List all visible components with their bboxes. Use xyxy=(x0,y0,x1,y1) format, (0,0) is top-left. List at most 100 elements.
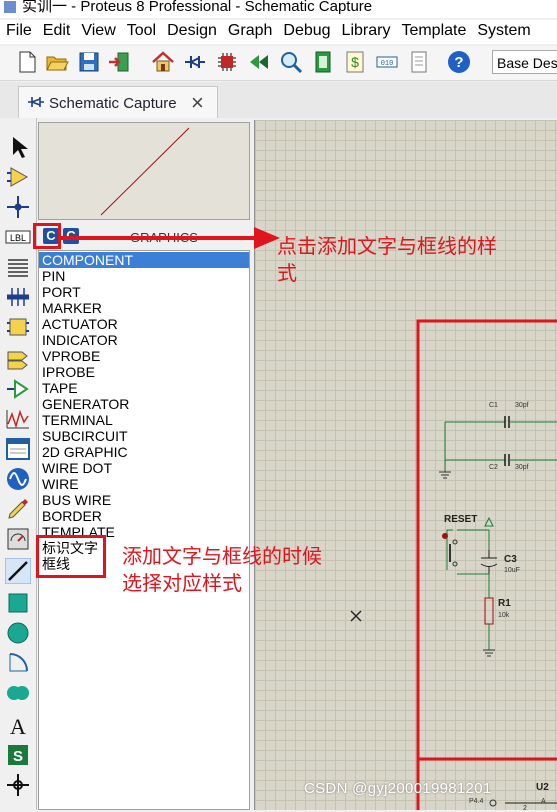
list-item[interactable]: WIRE DOT xyxy=(39,460,249,476)
menu-tool[interactable]: Tool xyxy=(121,20,161,40)
import-icon[interactable] xyxy=(106,49,132,75)
reset-label: RESET xyxy=(444,514,478,525)
menu-file[interactable]: File xyxy=(0,20,37,40)
pin-number: 2 xyxy=(523,805,527,812)
list-item[interactable]: MARKER xyxy=(39,300,249,316)
c3-label: C3 xyxy=(504,554,517,565)
box-mode-icon[interactable] xyxy=(5,590,31,616)
menu-view[interactable]: View xyxy=(75,20,120,40)
path-mode-icon[interactable] xyxy=(5,680,31,706)
c2-value: 30pf xyxy=(515,464,529,471)
bus-mode-icon[interactable] xyxy=(5,284,31,310)
probe-mode-icon[interactable] xyxy=(5,496,31,522)
schematic-icon xyxy=(28,97,44,107)
c3-value: 10uF xyxy=(504,567,520,574)
app-icon xyxy=(4,1,16,14)
home-icon[interactable] xyxy=(150,49,176,75)
c1-value: 30pf xyxy=(515,402,529,409)
u2-label: U2 xyxy=(536,782,549,793)
svg-text:S: S xyxy=(13,748,23,765)
menu-graph[interactable]: Graph xyxy=(222,20,277,40)
list-item[interactable]: PIN xyxy=(39,268,249,284)
annotation-select-style: 添加文字与框线的时候 选择对应样式 xyxy=(122,544,322,598)
highlight-style-button xyxy=(33,223,61,249)
svg-text:A: A xyxy=(10,714,26,738)
list-item[interactable]: SUBCIRCUIT xyxy=(39,428,249,444)
list-item[interactable]: INDICATOR xyxy=(39,332,249,348)
open-folder-icon[interactable] xyxy=(44,49,70,75)
document-icon[interactable] xyxy=(406,49,432,75)
annotation-line: 式 xyxy=(277,263,297,285)
r1-value: 10k xyxy=(498,612,510,619)
menu-system[interactable]: System xyxy=(471,20,535,40)
3d-icon[interactable] xyxy=(246,49,272,75)
list-item[interactable]: PORT xyxy=(39,284,249,300)
help-icon[interactable]: ? xyxy=(446,49,472,75)
save-icon[interactable] xyxy=(76,49,102,75)
label-mode-icon[interactable]: LBL xyxy=(5,224,31,250)
list-item[interactable]: ACTUATOR xyxy=(39,316,249,332)
list-item[interactable]: TERMINAL xyxy=(39,412,249,428)
gerber-icon[interactable] xyxy=(278,49,304,75)
menu-edit[interactable]: Edit xyxy=(37,20,76,40)
list-item[interactable]: COMPONENT xyxy=(39,252,249,268)
virtual-instrument-icon[interactable] xyxy=(5,526,31,552)
terminal-mode-icon[interactable] xyxy=(5,346,31,372)
list-item[interactable]: VPROBE xyxy=(39,348,249,364)
window-title-bar: 实训一 - Proteus 8 Professional - Schematic… xyxy=(0,0,557,18)
list-item[interactable]: 2D GRAPHIC xyxy=(39,444,249,460)
menu-library[interactable]: Library xyxy=(336,20,396,40)
list-item[interactable]: IPROBE xyxy=(39,364,249,380)
list-item[interactable]: GENERATOR xyxy=(39,396,249,412)
annotation-click-style: 点击添加文字与框线的样 式 xyxy=(277,234,497,288)
schematic-icon[interactable] xyxy=(182,49,208,75)
window-title: 实训一 - Proteus 8 Professional - Schematic… xyxy=(22,0,373,15)
component-mode-icon[interactable] xyxy=(5,164,31,190)
new-file-icon[interactable] xyxy=(14,49,40,75)
subcircuit-icon[interactable] xyxy=(5,314,31,340)
device-pin-icon[interactable] xyxy=(5,376,31,402)
menu-template[interactable]: Template xyxy=(395,20,471,40)
tape-recorder-icon[interactable] xyxy=(5,436,31,462)
main-toolbar: $ 010 ? Base Des xyxy=(0,46,557,81)
arc-mode-icon[interactable] xyxy=(5,650,31,676)
selection-mode-icon[interactable] xyxy=(5,134,31,160)
pin-name: A xyxy=(541,798,546,805)
schematic-canvas[interactable]: C1 30pf C2 30pf RESET C3 10uF R1 10k U2 … xyxy=(254,120,557,812)
r1-label: R1 xyxy=(498,598,511,609)
symbol-mode-icon[interactable]: S xyxy=(5,742,31,768)
template-combo[interactable]: Base Des xyxy=(492,50,557,74)
svg-text:010: 010 xyxy=(381,60,394,68)
menu-debug[interactable]: Debug xyxy=(277,20,335,40)
junction-mode-icon[interactable] xyxy=(5,194,31,220)
list-item[interactable]: WIRE xyxy=(39,476,249,492)
vsm-icon[interactable]: $ xyxy=(342,49,368,75)
text-script-icon[interactable] xyxy=(5,254,31,280)
overview-window[interactable] xyxy=(38,122,250,220)
list-item[interactable]: BUS WIRE xyxy=(39,492,249,508)
annotation-line: 点击添加文字与框线的样 xyxy=(277,236,497,258)
svg-text:LBL: LBL xyxy=(10,233,26,243)
c2-label: C2 xyxy=(489,464,498,471)
menu-bar: File Edit View Tool Design Graph Debug Library T… xyxy=(0,20,557,44)
annotation-line: 添加文字与框线的时候 xyxy=(122,546,322,568)
overview-diagonal xyxy=(100,127,190,216)
watermark: CSDN @gyj200019981201 xyxy=(304,780,492,797)
annotation-line: 选择对应样式 xyxy=(122,573,242,595)
pcb-icon[interactable] xyxy=(214,49,240,75)
notes-icon[interactable]: 010 xyxy=(374,49,400,75)
generator-mode-icon[interactable] xyxy=(5,466,31,492)
menu-design[interactable]: Design xyxy=(161,20,222,40)
list-item[interactable]: TAPE xyxy=(39,380,249,396)
line-mode-icon[interactable] xyxy=(5,558,31,584)
tab-schematic-capture[interactable]: Schematic Capture × xyxy=(18,86,218,118)
circle-mode-icon[interactable] xyxy=(5,620,31,646)
close-icon[interactable]: × xyxy=(191,90,204,116)
marker-mode-icon[interactable] xyxy=(5,772,31,798)
graph-mode-icon[interactable] xyxy=(5,406,31,432)
text-mode-icon[interactable]: A xyxy=(5,712,31,738)
svg-text:?: ? xyxy=(454,54,463,71)
bom-icon[interactable] xyxy=(310,49,336,75)
list-item[interactable]: BORDER xyxy=(39,508,249,524)
pin-label-p44: P4.4 xyxy=(469,798,484,805)
